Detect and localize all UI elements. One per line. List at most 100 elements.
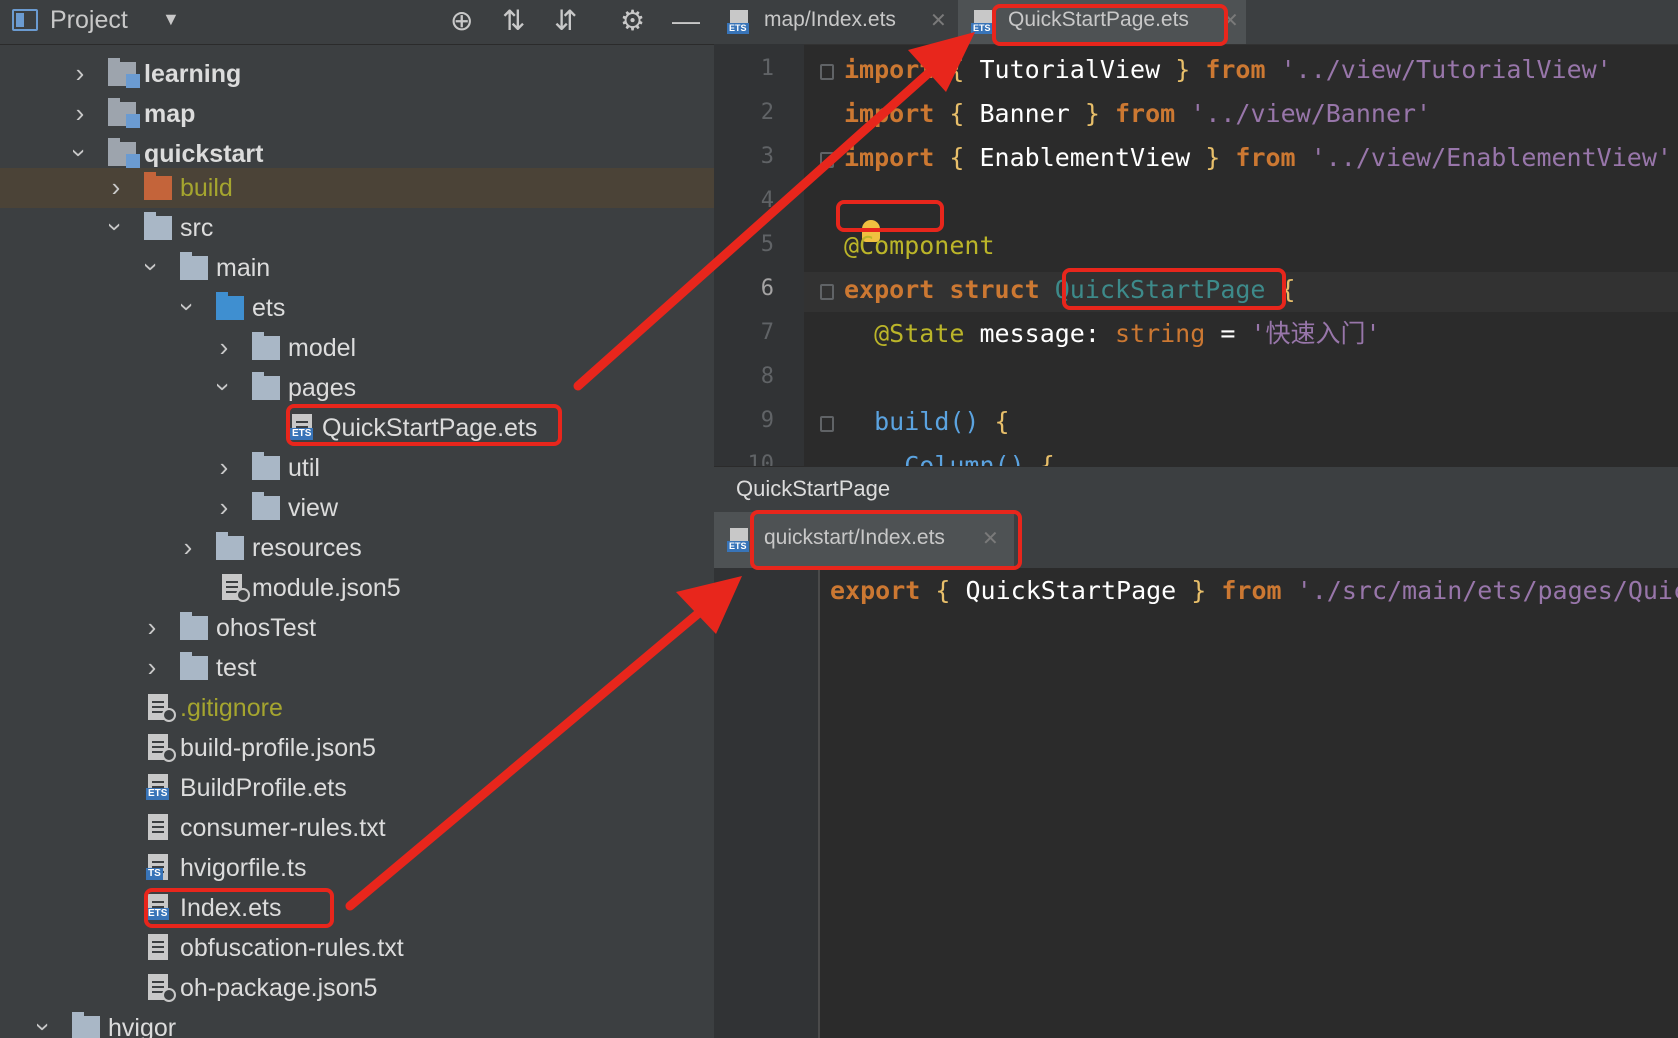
- tree-item-hvigorfile-ts[interactable]: TS hvigorfile.ts: [0, 848, 714, 888]
- folder-icon: [252, 452, 280, 480]
- line-number: 2: [760, 100, 774, 125]
- folder-icon: [252, 332, 280, 360]
- locate-icon[interactable]: ⊕: [450, 4, 473, 38]
- tree-item-util[interactable]: › util: [0, 448, 714, 488]
- tree-item-map[interactable]: › map: [0, 94, 714, 134]
- chevron-right-icon[interactable]: ›: [104, 170, 128, 204]
- chevron-down-icon[interactable]: ›: [207, 375, 241, 399]
- fold-marker-icon[interactable]: [820, 64, 834, 80]
- json-file-icon: [222, 574, 250, 602]
- text-file-icon: [148, 934, 168, 960]
- tree-item-buildprofile-ets[interactable]: ETS BuildProfile.ets: [0, 768, 714, 808]
- tree-item-ohostest[interactable]: › ohosTest: [0, 608, 714, 648]
- tree-item-view[interactable]: › view: [0, 488, 714, 528]
- code-line-1[interactable]: import { TutorialView } from '../view/Tu…: [844, 54, 1612, 86]
- tree-item-label: pages: [288, 374, 357, 402]
- code-line-9[interactable]: build() {: [844, 406, 1009, 438]
- json-file-icon: [148, 734, 176, 762]
- expand-all-icon[interactable]: ⇅: [502, 4, 525, 38]
- tree-item-module-json5[interactable]: module.json5: [0, 568, 714, 608]
- tree-item-label: consumer-rules.txt: [180, 814, 386, 842]
- tree-item-label: .gitignore: [180, 694, 283, 722]
- code-line-3[interactable]: import { EnablementView } from '../view/…: [844, 142, 1672, 174]
- tree-item-resources[interactable]: › resources: [0, 528, 714, 568]
- excluded-folder-icon: [144, 172, 172, 200]
- code-line-5[interactable]: @Component: [844, 230, 995, 262]
- tree-item-label: hvigorfile.ts: [180, 854, 307, 882]
- breadcrumb-item[interactable]: QuickStartPage: [736, 476, 890, 502]
- code-line-7[interactable]: @State message: string = '快速入门': [844, 318, 1380, 350]
- tree-item-label: module.json5: [252, 574, 401, 602]
- tree-item-label: hvigor: [108, 1014, 177, 1038]
- chevron-right-icon[interactable]: ›: [68, 56, 92, 90]
- text-file-icon: [148, 814, 168, 840]
- chevron-down-icon[interactable]: ›: [63, 141, 97, 165]
- folder-icon: [252, 492, 280, 520]
- tree-item-test[interactable]: › test: [0, 648, 714, 688]
- line-number: 3: [760, 144, 774, 169]
- line-number: 5: [760, 232, 774, 257]
- tree-item-main[interactable]: › main: [0, 248, 714, 288]
- bottom-editor-pane: ETS quickstart/Index.ets ✕ export { Quic…: [714, 512, 1678, 1038]
- tab-map-index-ets[interactable]: ETS map/Index.ets ✕: [714, 0, 954, 44]
- folder-icon: [180, 612, 208, 640]
- chevron-right-icon[interactable]: ›: [140, 610, 164, 644]
- tree-item-label: resources: [252, 534, 362, 562]
- tree-item-gitignore[interactable]: .gitignore: [0, 688, 714, 728]
- line-number-gutter: [714, 568, 820, 1038]
- tree-item-build-profile-json5[interactable]: build-profile.json5: [0, 728, 714, 768]
- chevron-right-icon[interactable]: ›: [176, 530, 200, 564]
- tree-item-build[interactable]: › build: [0, 168, 714, 208]
- tree-item-label: ohosTest: [216, 614, 317, 642]
- chevron-down-icon[interactable]: ›: [27, 1015, 61, 1038]
- tree-item-label: build: [180, 174, 233, 202]
- tree-item-model[interactable]: › model: [0, 328, 714, 368]
- tree-item-learning[interactable]: › learning: [0, 54, 714, 94]
- tree-item-pages[interactable]: › pages: [0, 368, 714, 408]
- line-number: 1: [760, 56, 774, 81]
- hide-icon[interactable]: —: [672, 4, 700, 38]
- code-line-10[interactable]: Column() {: [844, 450, 1055, 466]
- tree-item-label: test: [216, 654, 257, 682]
- chevron-down-icon[interactable]: ▼: [162, 9, 180, 30]
- project-panel: Project ▼ ⊕ ⇅ ⇵ ⚙ — › learning › map › q…: [0, 0, 714, 1038]
- chevron-right-icon[interactable]: ›: [68, 96, 92, 130]
- tree-item-oh-package-json5[interactable]: oh-package.json5: [0, 968, 714, 1008]
- tree-item-hvigor[interactable]: › hvigor: [0, 1008, 714, 1038]
- gear-icon[interactable]: ⚙: [620, 4, 645, 38]
- fold-marker-icon[interactable]: [820, 284, 834, 300]
- tree-item-label: build-profile.json5: [180, 734, 376, 762]
- folder-icon: [180, 652, 208, 680]
- tree-item-label: map: [144, 100, 196, 128]
- chevron-down-icon[interactable]: ›: [135, 255, 169, 279]
- chevron-down-icon[interactable]: ›: [99, 215, 133, 239]
- line-number: 4: [760, 188, 774, 213]
- tree-item-label: src: [180, 214, 214, 242]
- chevron-right-icon[interactable]: ›: [140, 650, 164, 684]
- chevron-down-icon[interactable]: ›: [171, 295, 205, 319]
- tree-item-consumer-rules[interactable]: consumer-rules.txt: [0, 808, 714, 848]
- folder-icon: [216, 532, 244, 560]
- tree-item-index-ets[interactable]: ETS Index.ets: [0, 888, 714, 928]
- code-line-1[interactable]: export { QuickStartPage } from './src/ma…: [830, 576, 1678, 605]
- chevron-right-icon[interactable]: ›: [212, 450, 236, 484]
- project-panel-title[interactable]: Project: [50, 6, 128, 35]
- close-icon[interactable]: ✕: [930, 8, 947, 33]
- tree-item-label: learning: [144, 60, 242, 88]
- fold-marker-icon[interactable]: [820, 152, 834, 168]
- top-editor-pane: ETS map/Index.ets ✕ ETS QuickStartPage.e…: [714, 0, 1678, 466]
- code-line-2[interactable]: import { Banner } from '../view/Banner': [844, 98, 1431, 130]
- tree-item-ets[interactable]: › ets: [0, 288, 714, 328]
- tree-item-src[interactable]: › src: [0, 208, 714, 248]
- chevron-right-icon[interactable]: ›: [212, 490, 236, 524]
- chevron-right-icon[interactable]: ›: [212, 330, 236, 364]
- annotation-box-quickstartpage-file: [286, 404, 562, 446]
- tree-item-obfuscation-rules[interactable]: obfuscation-rules.txt: [0, 928, 714, 968]
- collapse-all-icon[interactable]: ⇵: [554, 4, 577, 38]
- tree-item-label: quickstart: [144, 140, 264, 168]
- annotation-box-struct-name: [1062, 268, 1286, 310]
- fold-marker-icon[interactable]: [820, 416, 834, 432]
- breadcrumb[interactable]: QuickStartPage: [714, 466, 1678, 513]
- line-number: 10: [747, 452, 775, 466]
- ets-file-icon: ETS: [971, 10, 993, 34]
